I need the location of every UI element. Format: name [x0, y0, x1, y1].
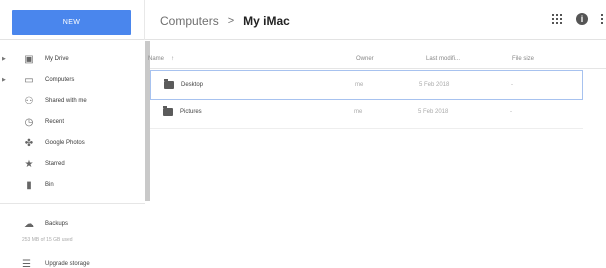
sidebar-item-starred[interactable]: ★ Starred — [0, 154, 145, 174]
more-options-icon[interactable] — [601, 14, 604, 24]
sidebar-item-backups[interactable]: ☁ Backups — [0, 214, 145, 234]
file-owner: me — [355, 82, 364, 88]
expand-arrow-icon[interactable]: ▶ — [2, 56, 6, 62]
file-name[interactable]: Pictures — [180, 109, 202, 115]
sidebar-item-computers[interactable]: ▶ ▭ Computers — [0, 70, 145, 90]
people-icon: ⚇ — [24, 95, 34, 107]
new-button[interactable]: NEW — [12, 10, 131, 35]
column-name[interactable]: Name — [148, 56, 164, 62]
clock-icon: ◷ — [24, 116, 34, 128]
toolbar-icons: i — [552, 13, 606, 25]
storage-usage-text: 253 MB of 15 GB used — [22, 237, 73, 243]
top-bar: NEW Computers > My iMac i — [0, 0, 606, 40]
sidebar-item-label: Bin — [45, 182, 54, 188]
drive-icon: ▣ — [24, 53, 34, 65]
column-last-modified[interactable]: Last modifi... — [426, 56, 460, 62]
breadcrumb-current[interactable]: My iMac — [243, 14, 290, 28]
sidebar-item-label: Google Photos — [45, 140, 85, 146]
row-divider — [150, 128, 583, 129]
file-size: - — [510, 109, 512, 115]
sidebar-item-google-photos[interactable]: ✤ Google Photos — [0, 133, 145, 153]
drive-app: NEW Computers > My iMac i ▶ ▣ My Drive ▶… — [0, 0, 606, 268]
sidebar-item-my-drive[interactable]: ▶ ▣ My Drive — [0, 49, 145, 69]
file-modified: 5 Feb 2018 — [418, 109, 449, 115]
cloud-icon: ☁ — [24, 218, 34, 230]
table-row[interactable]: Pictures me 5 Feb 2018 - — [150, 98, 583, 128]
divider — [144, 0, 145, 40]
file-name[interactable]: Desktop — [181, 82, 203, 88]
sidebar-item-label: Shared with me — [45, 98, 87, 104]
sidebar-item-recent[interactable]: ◷ Recent — [0, 112, 145, 132]
sidebar-item-bin[interactable]: ▮ Bin — [0, 175, 145, 195]
upgrade-storage-label: Upgrade storage — [45, 261, 90, 267]
table-row[interactable]: Desktop me 5 Feb 2018 - — [150, 70, 583, 100]
star-icon: ★ — [24, 158, 34, 170]
sidebar-item-shared[interactable]: ⚇ Shared with me — [0, 91, 145, 111]
sidebar-item-label: Computers — [45, 77, 75, 83]
file-list-header: Name ↑ Owner Last modifi... File size — [148, 52, 606, 68]
column-file-size[interactable]: File size — [512, 56, 534, 62]
sidebar-item-label: Starred — [45, 161, 65, 167]
pinwheel-icon: ✤ — [24, 137, 34, 149]
grid-view-icon[interactable] — [552, 14, 562, 24]
sidebar-item-label: Backups — [45, 221, 69, 227]
trash-icon: ▮ — [26, 179, 32, 191]
column-owner[interactable]: Owner — [356, 56, 374, 62]
info-icon[interactable]: i — [576, 13, 588, 25]
computer-icon: ▭ — [24, 74, 34, 86]
upgrade-storage-link[interactable]: ☰ Upgrade storage — [22, 258, 90, 268]
sidebar-item-label: My Drive — [45, 56, 69, 62]
sidebar-item-label: Recent — [45, 119, 65, 125]
breadcrumb: Computers > My iMac — [160, 13, 290, 29]
expand-arrow-icon[interactable]: ▶ — [2, 77, 6, 83]
folder-icon — [164, 79, 174, 89]
sort-arrow-icon[interactable]: ↑ — [171, 56, 174, 62]
breadcrumb-separator-icon: > — [227, 15, 235, 27]
sidebar: ▶ ▣ My Drive ▶ ▭ Computers ⚇ Shared with… — [0, 41, 150, 268]
sidebar-divider — [0, 203, 145, 204]
folder-icon — [163, 106, 173, 116]
file-owner: me — [354, 109, 363, 115]
breadcrumb-computers[interactable]: Computers — [160, 14, 219, 28]
file-modified: 5 Feb 2018 — [419, 82, 450, 88]
file-size: - — [511, 82, 513, 88]
storage-icon: ☰ — [22, 258, 31, 268]
header-divider — [150, 68, 606, 69]
